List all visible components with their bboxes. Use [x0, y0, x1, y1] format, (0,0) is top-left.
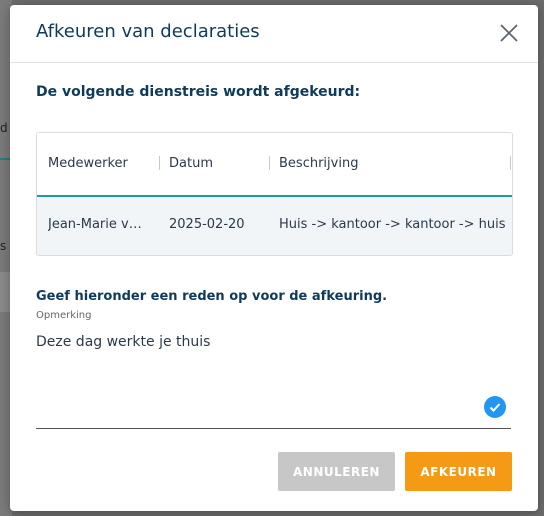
- cell-medewerker: Jean-Marie va...: [48, 217, 148, 232]
- column-separator[interactable]: [159, 156, 160, 170]
- check-circle-icon: [484, 396, 506, 418]
- table-header: Medewerker Datum Beschrijving: [37, 133, 512, 197]
- table-row[interactable]: Jean-Marie va... 2025-02-20 Huis -> kant…: [37, 197, 512, 255]
- cell-beschrijving: Huis -> kantoor -> kantoor -> huis: [279, 217, 506, 232]
- column-header-medewerker[interactable]: Medewerker: [48, 156, 128, 171]
- remark-field-label: Opmerking: [36, 310, 92, 321]
- column-separator[interactable]: [269, 156, 270, 170]
- dialog-subtitle: De volgende dienstreis wordt afgekeurd:: [36, 84, 361, 100]
- column-header-beschrijving[interactable]: Beschrijving: [279, 156, 358, 171]
- column-separator[interactable]: [510, 156, 511, 170]
- remark-field[interactable]: Deze dag werkte je thuis: [36, 327, 511, 429]
- reject-button[interactable]: AFKEUREN: [405, 452, 512, 491]
- remark-field-value[interactable]: Deze dag werkte je thuis: [36, 334, 210, 350]
- trip-table: Medewerker Datum Beschrijving Jean-Marie…: [36, 132, 513, 256]
- dialog-header: Afkeuren van declaraties: [10, 5, 538, 63]
- dialog-title: Afkeuren van declaraties: [36, 21, 260, 42]
- reject-dialog: Afkeuren van declaraties De volgende die…: [10, 5, 538, 511]
- column-header-datum[interactable]: Datum: [169, 156, 213, 171]
- background-text: d: [0, 121, 8, 135]
- cancel-button[interactable]: ANNULEREN: [278, 452, 395, 491]
- cell-datum: 2025-02-20: [169, 217, 245, 232]
- background-text: s: [0, 239, 7, 253]
- reason-instruction: Geef hieronder een reden op voor de afke…: [36, 289, 388, 304]
- close-icon[interactable]: [498, 22, 520, 44]
